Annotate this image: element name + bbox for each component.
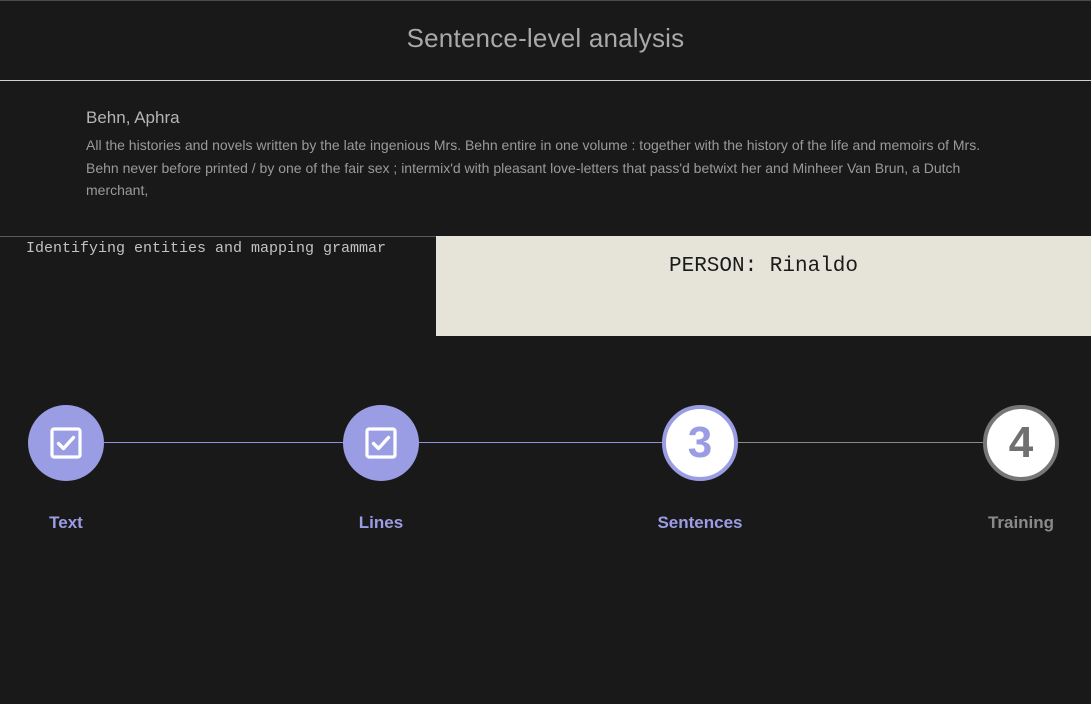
- step-label-lines: Lines: [358, 513, 404, 532]
- step-circle-sentences[interactable]: 3: [662, 405, 738, 481]
- checkbox-checked-icon: [365, 427, 397, 459]
- document-author: Behn, Aphra: [86, 108, 180, 127]
- header: Sentence-level analysis: [0, 1, 1091, 80]
- page: Sentence-level analysis Behn, Aphra All …: [0, 0, 1091, 704]
- entity-panel: PERSON: Rinaldo: [436, 236, 1091, 336]
- step-circle-text[interactable]: [28, 405, 104, 481]
- page-title: Sentence-level analysis: [406, 23, 685, 53]
- step-connector-2: [419, 442, 663, 443]
- section-divider: [0, 236, 436, 237]
- step-connector-1: [104, 442, 344, 443]
- progress-stepper: Text Lines 3 Sentences 4 Training: [0, 0, 1091, 704]
- step-circle-training[interactable]: 4: [983, 405, 1059, 481]
- step-circle-lines[interactable]: [343, 405, 419, 481]
- entity-text: PERSON: Rinaldo: [668, 255, 859, 278]
- step-connector-3: [738, 442, 984, 443]
- step-label-sentences: Sentences: [657, 513, 743, 532]
- step-label-text: Text: [49, 513, 83, 532]
- step-number-sentences: 3: [687, 418, 713, 467]
- step-label-training: Training: [987, 513, 1055, 532]
- task-label: Identifying entities and mapping grammar: [26, 240, 387, 257]
- checkbox-checked-icon: [50, 427, 82, 459]
- step-number-training: 4: [1008, 418, 1034, 467]
- header-divider: [0, 80, 1091, 81]
- document-title: All the histories and novels written by …: [86, 137, 981, 198]
- document-info: Behn, Aphra All the histories and novels…: [86, 108, 1016, 202]
